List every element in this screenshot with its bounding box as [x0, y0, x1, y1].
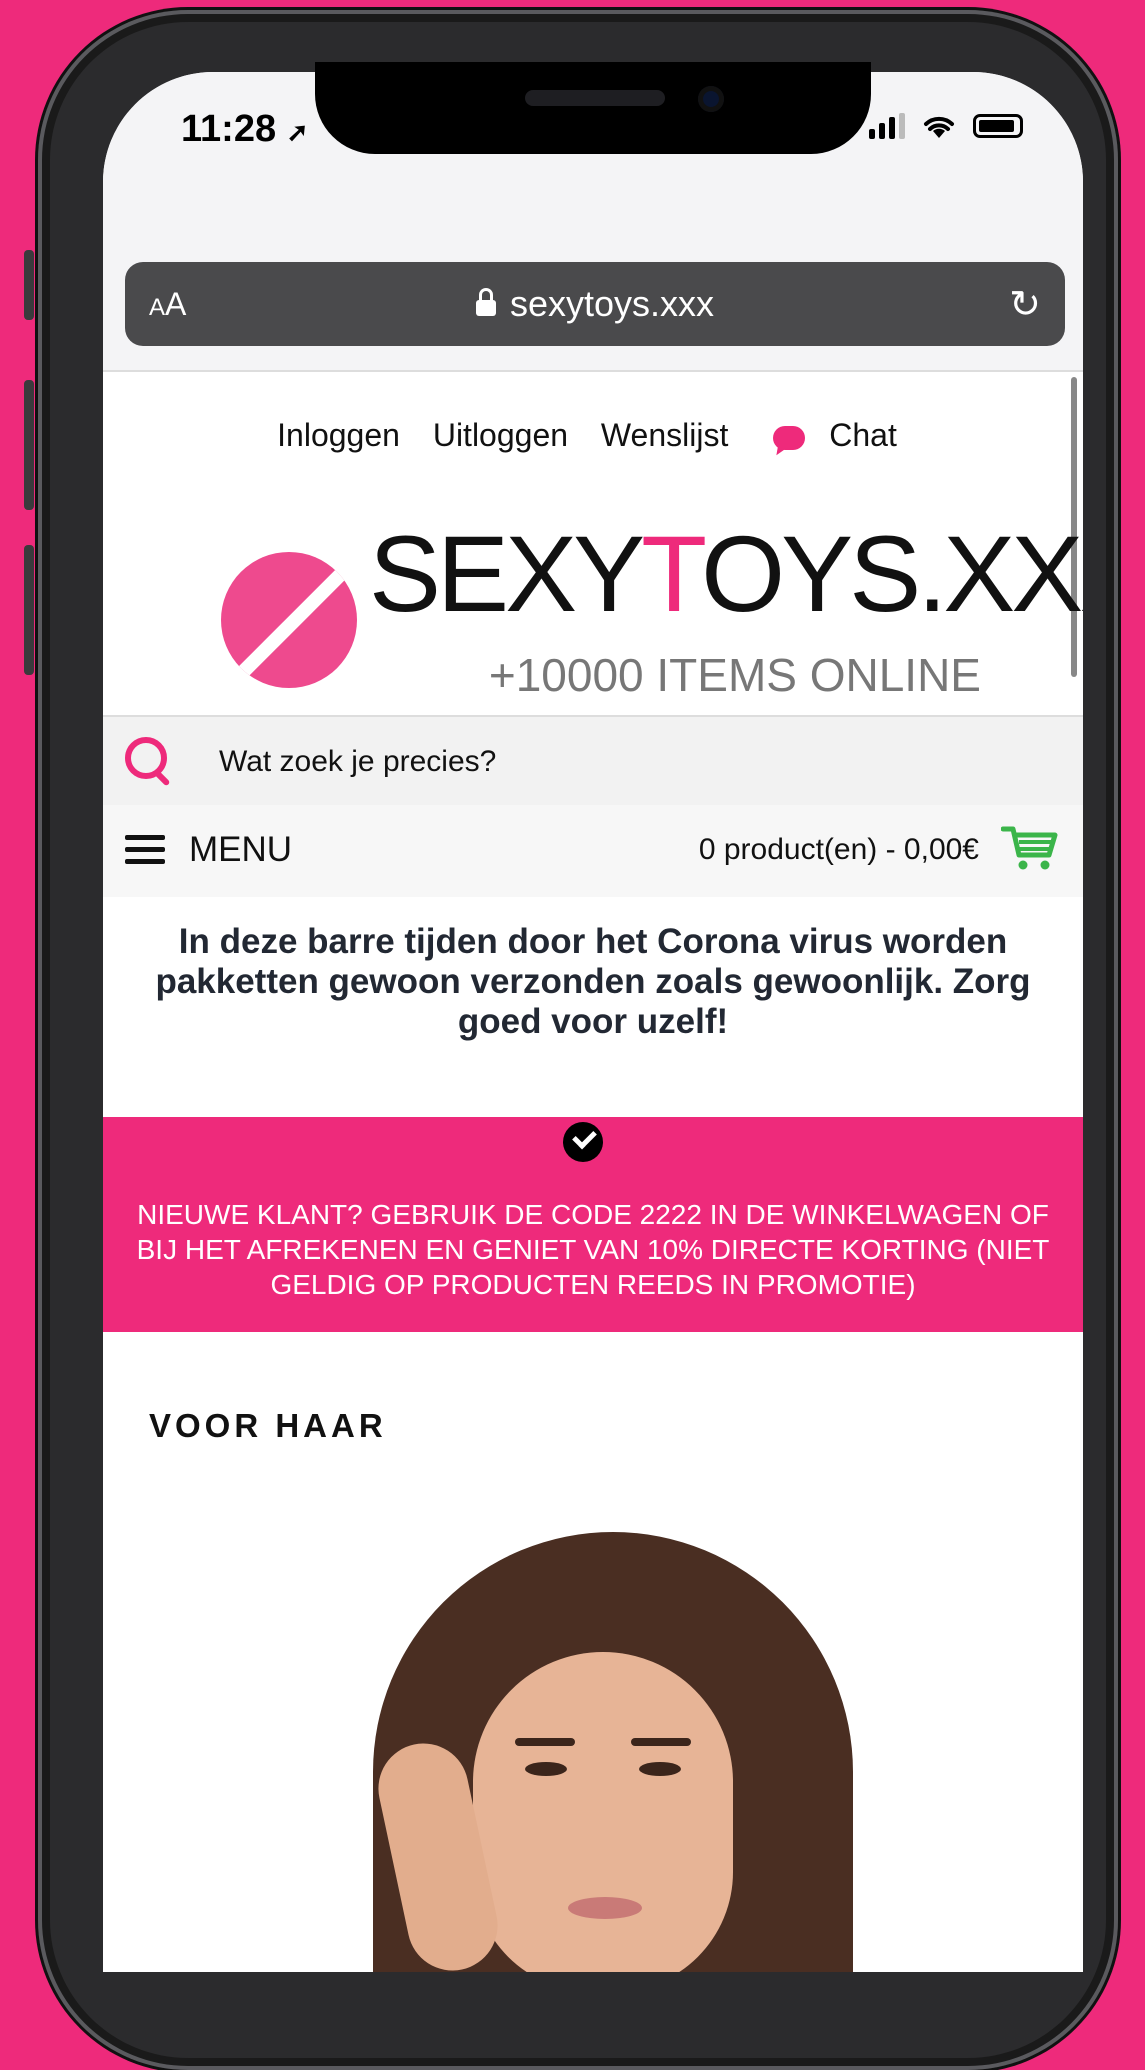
mute-switch — [24, 250, 34, 320]
hamburger-icon[interactable] — [125, 835, 165, 864]
face-shape — [473, 1652, 733, 1972]
browser-toolbar: AA sexytoys.xxx ↻ — [103, 192, 1083, 372]
chat-icon — [773, 425, 806, 450]
site-logo[interactable]: SEXYTOYS.XXX +10000 ITEMS ONLINE — [221, 492, 1083, 702]
eye-right — [639, 1762, 681, 1776]
chat-label: Chat — [829, 417, 897, 453]
url-text: sexytoys.xxx — [509, 283, 715, 324]
top-links: Inloggen Uitloggen Wenslijst Chat — [103, 417, 1083, 454]
wishlist-link[interactable]: Wenslijst — [601, 417, 728, 453]
category-image[interactable] — [353, 1532, 913, 1972]
logo-part1: SEXY — [369, 513, 645, 634]
search-icon[interactable] — [125, 737, 167, 779]
corona-notice: In deze barre tijden door het Corona vir… — [155, 922, 1031, 1041]
cart-summary[interactable]: 0 product(en) - 0,00€ — [699, 833, 979, 867]
logo-tagline: +10000 ITEMS ONLINE — [488, 649, 981, 701]
menu-bar: MENU 0 product(en) - 0,00€ — [103, 805, 1083, 897]
location-arrow-icon: ➚ — [286, 117, 309, 147]
search-bar[interactable]: Wat zoek je precies? — [103, 715, 1083, 807]
lips-shape — [568, 1897, 642, 1919]
eye-left — [525, 1762, 567, 1776]
url-display[interactable]: sexytoys.xxx — [475, 283, 715, 325]
volume-down-button — [24, 545, 34, 675]
chat-link[interactable]: Chat — [761, 417, 909, 453]
check-circle-icon — [563, 1122, 603, 1162]
wifi-icon — [924, 116, 954, 138]
brow-left — [515, 1738, 575, 1746]
time-text: 11:28 — [181, 108, 277, 150]
front-camera — [698, 86, 724, 112]
status-icons — [869, 112, 1023, 140]
lock-icon — [475, 288, 496, 316]
menu-button[interactable]: MENU — [189, 830, 292, 870]
text-size-button[interactable]: AA — [149, 286, 186, 323]
login-link[interactable]: Inloggen — [277, 417, 400, 453]
speaker-grille — [525, 90, 665, 106]
promo-text: NIEUWE KLANT? GEBRUIK DE CODE 2222 IN DE… — [136, 1199, 1050, 1300]
phone-notch — [315, 62, 871, 154]
section-title[interactable]: VOOR HAAR — [149, 1407, 387, 1445]
address-bar[interactable]: AA sexytoys.xxx ↻ — [125, 262, 1065, 346]
logo-wordmark: SEXYTOYS.XXX — [369, 520, 1083, 628]
search-input[interactable]: Wat zoek je precies? — [219, 745, 496, 779]
volume-up-button — [24, 380, 34, 510]
reload-icon[interactable]: ↻ — [1009, 282, 1041, 327]
logo-mark — [221, 552, 357, 688]
promo-banner: NIEUWE KLANT? GEBRUIK DE CODE 2222 IN DE… — [103, 1117, 1083, 1332]
logo-accent: T — [641, 513, 705, 634]
signal-icon — [869, 113, 905, 139]
screen: 11:28 ➚ AA sexytoys.xxx ↻ Inloggen Uitlo… — [103, 72, 1083, 1972]
cart-icon[interactable] — [1001, 825, 1061, 873]
battery-icon — [973, 114, 1023, 138]
logout-link[interactable]: Uitloggen — [433, 417, 568, 453]
brow-right — [631, 1738, 691, 1746]
logo-part2: OYS.XXX — [701, 513, 1083, 634]
status-time: 11:28 ➚ — [181, 108, 308, 151]
